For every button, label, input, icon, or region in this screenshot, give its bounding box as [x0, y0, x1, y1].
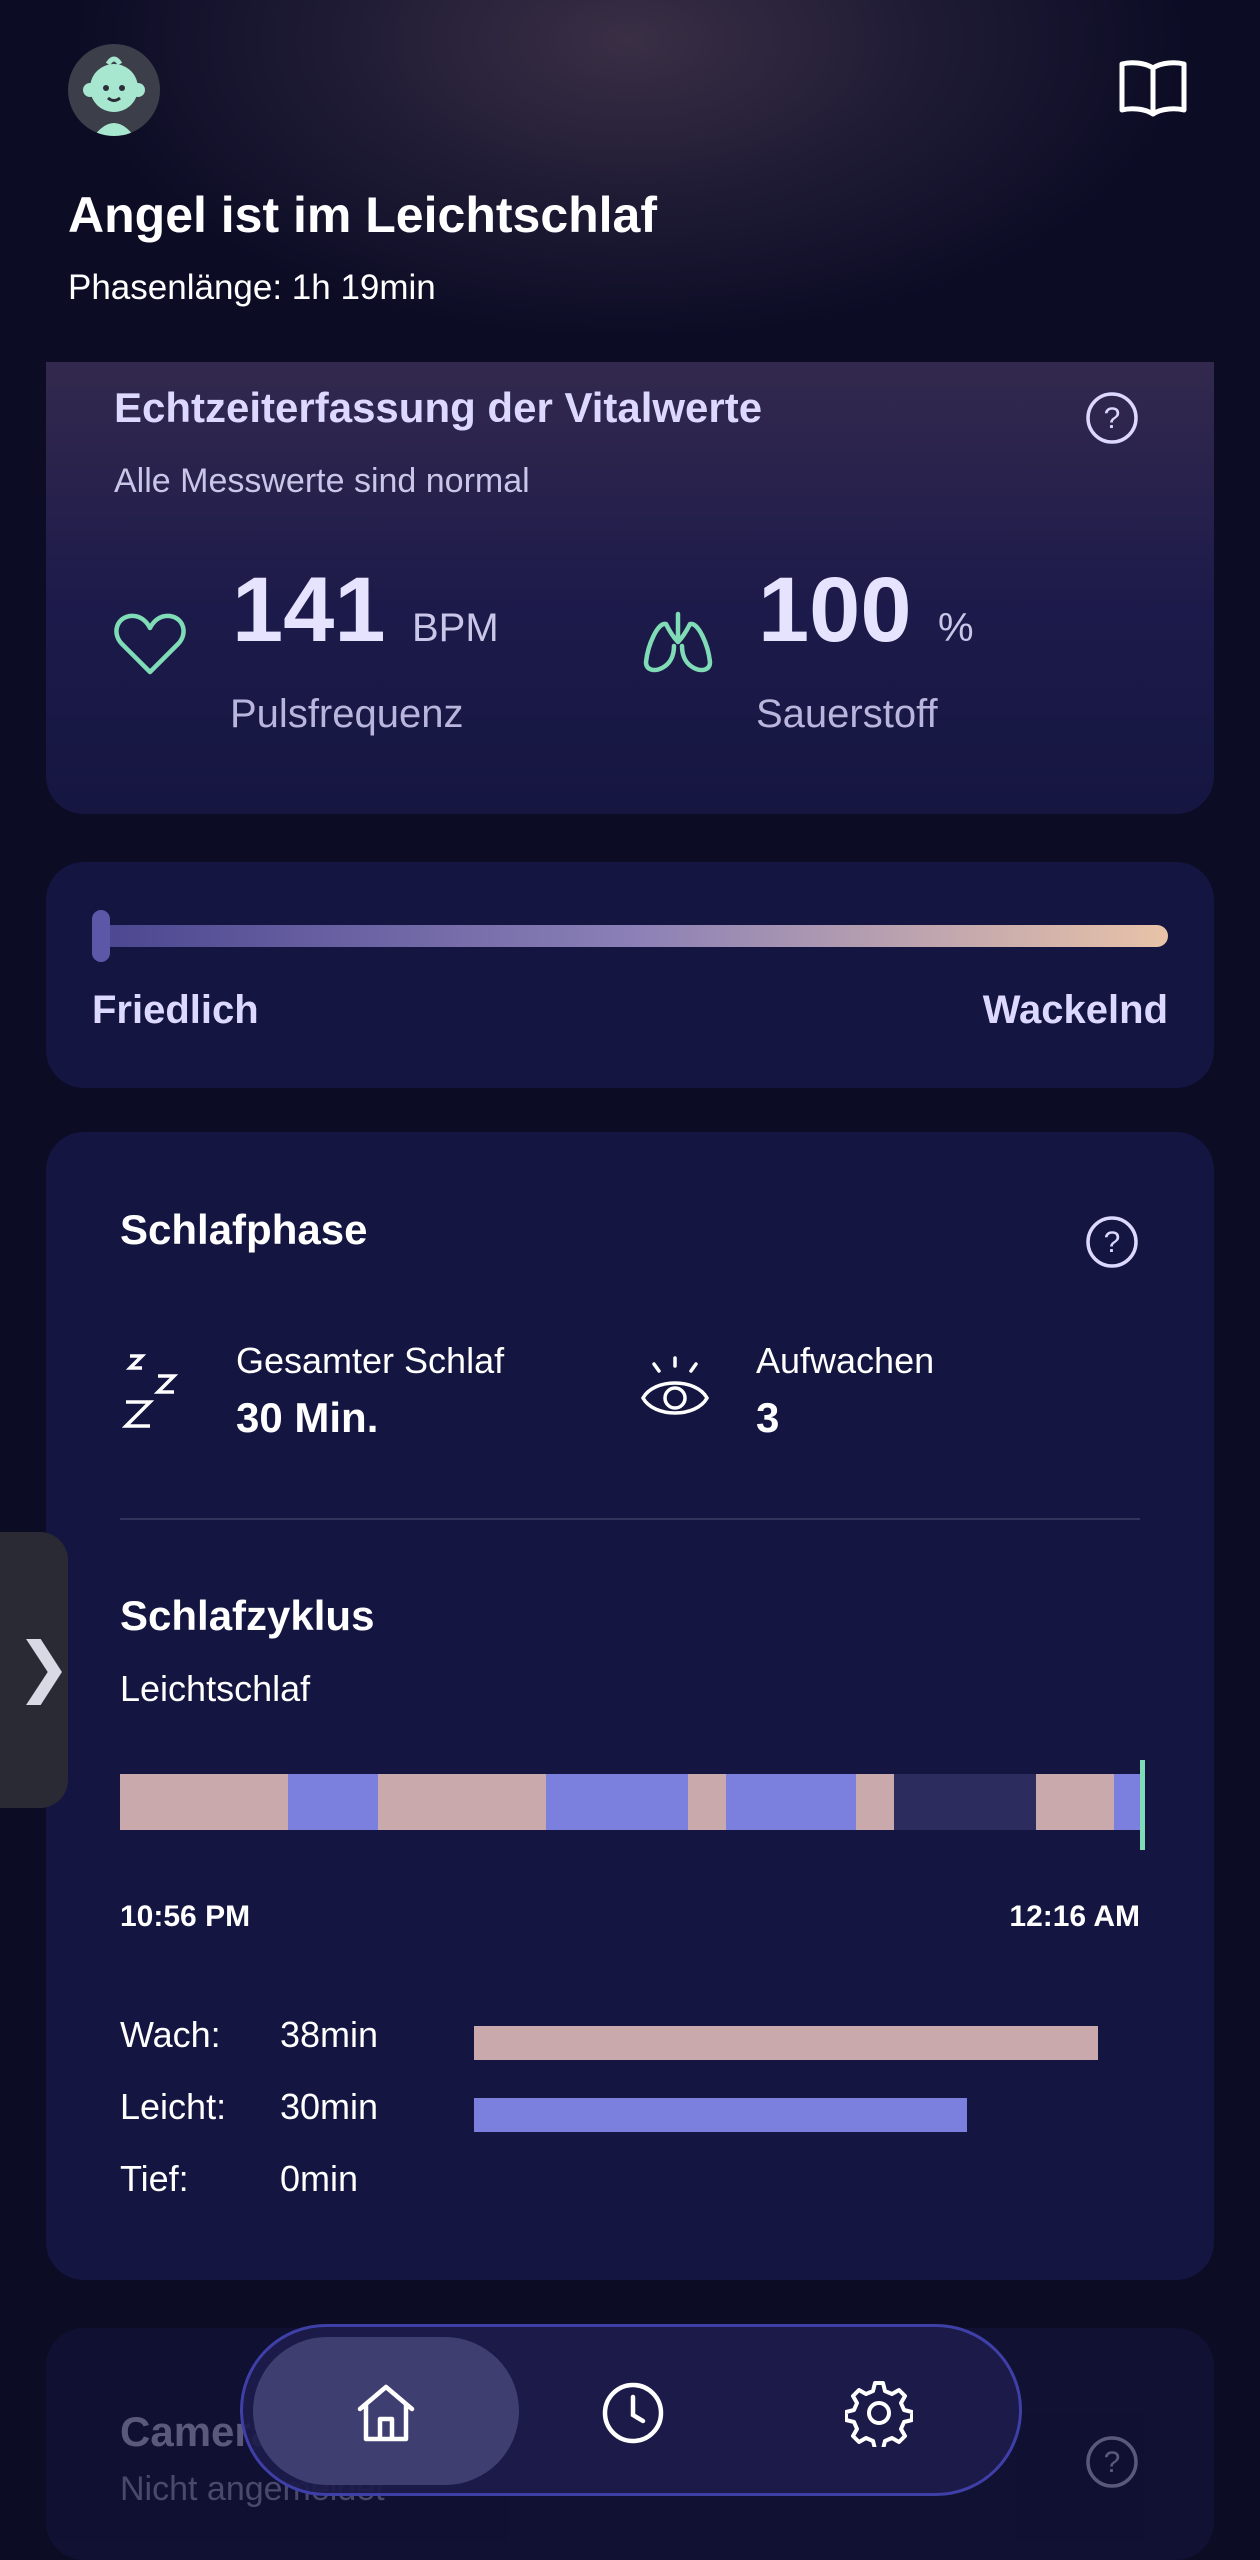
page-title: Angel ist im Leichtschlaf: [68, 187, 658, 243]
chevron-right-icon: ❯: [16, 1628, 72, 1705]
cycle-segment-tief: [894, 1774, 1036, 1830]
movement-track: [96, 925, 1168, 947]
open-book-icon[interactable]: [1118, 58, 1188, 118]
pulse-label: Pulsfrequenz: [230, 692, 464, 736]
svg-text:?: ?: [1104, 2446, 1121, 2479]
total-sleep-label: Gesamter Schlaf: [236, 1340, 505, 1381]
current-time-marker: [1140, 1760, 1145, 1850]
cycle-end-time: 12:16 AM: [1009, 1900, 1140, 1933]
oxygen-value: 100: [758, 559, 912, 661]
bottom-navigation: [240, 2324, 1022, 2496]
divider: [120, 1518, 1140, 1520]
cycle-segment-leicht: [546, 1774, 688, 1830]
sleep-cycle-subtitle: Leichtschlaf: [120, 1668, 311, 1709]
lungs-icon: [640, 608, 716, 676]
cycle-segment-leicht: [288, 1774, 378, 1830]
eye-icon: [640, 1354, 710, 1434]
sleep-cycle-bar[interactable]: [120, 1774, 1142, 1830]
oxygen-label: Sauerstoff: [756, 692, 938, 736]
clock-icon[interactable]: [599, 2379, 667, 2447]
sleep-cycle-title: Schlafzyklus: [120, 1592, 375, 1639]
cycle-segment-wach: [1036, 1774, 1114, 1830]
vitals-title: Echtzeiterfassung der Vitalwerte: [114, 384, 763, 431]
cycle-segment-wach: [120, 1774, 288, 1830]
side-drawer-tab[interactable]: ❯: [0, 1532, 72, 1808]
sleep-phase-title: Schlafphase: [120, 1206, 368, 1253]
cycle-start-time: 10:56 PM: [120, 1900, 251, 1933]
sleep-phase-card: Schlafphase ? Gesamter Schlaf 30 Min. Au…: [46, 1132, 1214, 2280]
baby-face-icon[interactable]: [68, 44, 160, 136]
zzz-icon: [121, 1352, 192, 1432]
legend-light-value: 30min: [280, 2086, 379, 2127]
movement-left-label: Friedlich: [92, 988, 259, 1032]
vitals-card: Echtzeiterfassung der Vitalwerte Alle Me…: [46, 362, 1214, 814]
help-icon[interactable]: ?: [1084, 1214, 1140, 1270]
cycle-segment-wach: [688, 1774, 726, 1830]
heart-icon: [112, 610, 188, 678]
pulse-value: 141: [232, 559, 386, 661]
legend-light-bar: [474, 2098, 967, 2132]
phase-length: Phasenlänge: 1h 19min: [68, 268, 436, 307]
help-icon[interactable]: ?: [1084, 390, 1140, 446]
legend-awake-value: 38min: [280, 2014, 379, 2055]
home-icon[interactable]: [352, 2379, 420, 2447]
cycle-segment-leicht: [1114, 1774, 1142, 1830]
oxygen-unit: %: [938, 606, 974, 650]
cycle-segment-leicht: [726, 1774, 856, 1830]
cycle-segment-wach: [378, 1774, 546, 1830]
svg-text:?: ?: [1104, 1226, 1121, 1259]
movement-indicator: [92, 910, 110, 962]
gear-icon[interactable]: [844, 2379, 914, 2451]
wakeups-value: 3: [756, 1394, 780, 1441]
movement-card: Friedlich Wackelnd: [46, 862, 1214, 1088]
total-sleep-value: 30 Min.: [236, 1394, 379, 1441]
help-icon[interactable]: ?: [1084, 2434, 1140, 2490]
legend-deep-value: 0min: [280, 2158, 359, 2199]
movement-right-label: Wackelnd: [982, 988, 1168, 1032]
legend-light-label: Leicht:: [120, 2086, 227, 2127]
wakeups-label: Aufwachen: [756, 1340, 935, 1381]
legend-awake-bar: [474, 2026, 1098, 2060]
vitals-status: Alle Messwerte sind normal: [114, 462, 530, 500]
cycle-segment-wach: [856, 1774, 894, 1830]
svg-text:?: ?: [1104, 402, 1121, 435]
pulse-unit: BPM: [412, 606, 499, 650]
legend-awake-label: Wach:: [120, 2014, 221, 2055]
legend-deep-label: Tief:: [120, 2158, 189, 2199]
